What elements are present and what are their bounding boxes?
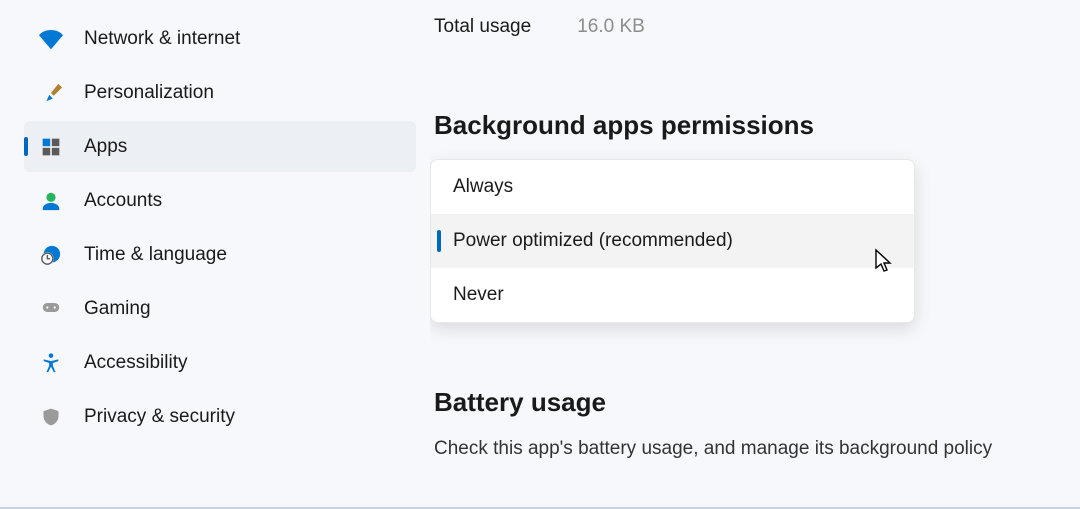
sidebar-item-personalization[interactable]: Personalization bbox=[24, 67, 416, 118]
sidebar-item-accessibility[interactable]: Accessibility bbox=[24, 337, 416, 388]
apps-icon bbox=[38, 134, 64, 160]
shield-icon bbox=[38, 404, 64, 430]
sidebar-item-label: Privacy & security bbox=[84, 406, 235, 428]
sidebar-item-apps[interactable]: Apps bbox=[24, 121, 416, 172]
settings-sidebar: Network & internet Personalization Apps … bbox=[0, 0, 430, 509]
sidebar-item-network[interactable]: Network & internet bbox=[24, 13, 416, 64]
globe-clock-icon bbox=[38, 242, 64, 268]
sidebar-item-label: Accessibility bbox=[84, 352, 187, 374]
dropdown-option-never[interactable]: Never bbox=[431, 268, 914, 322]
sidebar-item-label: Accounts bbox=[84, 190, 162, 212]
person-icon bbox=[38, 188, 64, 214]
battery-usage-description: Check this app's battery usage, and mana… bbox=[430, 436, 1030, 463]
sidebar-item-label: Time & language bbox=[84, 244, 227, 266]
sidebar-item-label: Gaming bbox=[84, 298, 151, 320]
background-permissions-dropdown[interactable]: Always Power optimized (recommended) Nev… bbox=[430, 159, 915, 323]
dropdown-option-label: Always bbox=[453, 176, 513, 198]
sidebar-item-label: Apps bbox=[84, 136, 127, 158]
accessibility-icon bbox=[38, 350, 64, 376]
sidebar-item-gaming[interactable]: Gaming bbox=[24, 283, 416, 334]
sidebar-item-privacy-security[interactable]: Privacy & security bbox=[24, 391, 416, 442]
background-apps-title: Background apps permissions bbox=[430, 110, 1080, 141]
total-usage-label: Total usage bbox=[434, 16, 531, 38]
dropdown-option-power-optimized[interactable]: Power optimized (recommended) bbox=[431, 214, 914, 268]
dropdown-option-label: Power optimized (recommended) bbox=[453, 230, 733, 252]
sidebar-item-label: Personalization bbox=[84, 82, 214, 104]
wifi-icon bbox=[38, 26, 64, 52]
dropdown-option-label: Never bbox=[453, 284, 504, 306]
dropdown-option-always[interactable]: Always bbox=[431, 160, 914, 214]
total-usage-row: Total usage 16.0 KB bbox=[430, 16, 1080, 38]
sidebar-item-label: Network & internet bbox=[84, 28, 240, 50]
main-content: Total usage 16.0 KB Background apps perm… bbox=[430, 0, 1080, 509]
total-usage-value: 16.0 KB bbox=[577, 16, 645, 38]
battery-usage-title: Battery usage bbox=[430, 387, 1080, 418]
paintbrush-icon bbox=[38, 80, 64, 106]
gamepad-icon bbox=[38, 296, 64, 322]
sidebar-item-time-language[interactable]: Time & language bbox=[24, 229, 416, 280]
sidebar-item-accounts[interactable]: Accounts bbox=[24, 175, 416, 226]
